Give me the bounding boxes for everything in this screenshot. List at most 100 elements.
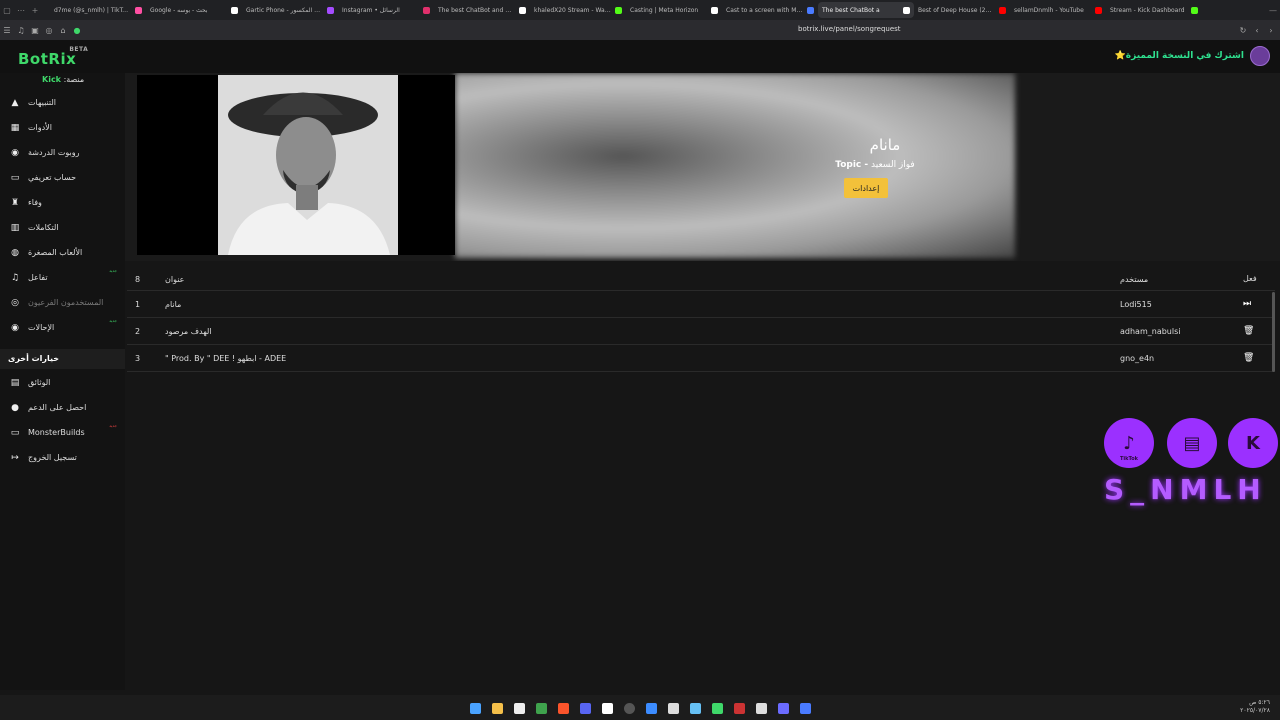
browser-tab[interactable]: Cast to a screen with Meta [722,2,818,18]
system-clock[interactable]: ٥:٢٦ ص ٢٠٢٥/٠٧/٢٨ [1240,699,1270,715]
browser-tab-bar: ▢ ⋯ + d7me (@s_nmlh) | TikTok (5) Google … [0,0,1280,20]
sidebar-other-item-3[interactable]: ↦ تسجيل الخروج [0,445,125,470]
diamond-icon[interactable] [778,703,789,714]
beta-badge: BETA [69,46,89,53]
discord-icon[interactable] [580,703,591,714]
tab-title: sellamDnmlh - YouTube [1014,6,1084,14]
extensions-icon[interactable]: ◎ [42,26,56,35]
start-icon[interactable] [470,703,481,714]
settings-button[interactable]: إعدادات [844,178,888,198]
row-number: 2 [135,327,141,336]
main-content: مانام فواز السعيد - Topic إعدادات 8 عنوا… [125,73,1280,690]
streamer-handle: S_NMLH [1104,473,1267,506]
sidebar-item-3[interactable]: ▭ حساب تعريفي [0,165,125,190]
premium-link[interactable]: اشترك في النسخة المميزة⭐ [1115,51,1244,61]
browser-tab[interactable]: Gartic Phone - الهاتف المكسور [242,2,338,18]
sidebar-item-9[interactable]: ◉ الإحالات جديد [0,315,125,340]
browser-tab[interactable]: Casting | Meta Horizon [626,2,722,18]
sidebar-item-5[interactable]: ▥ التكاملات [0,215,125,240]
sidebar-item-2[interactable]: ◉ روبوت الدردشة [0,140,125,165]
window-menu-icon[interactable]: ▢ [0,6,14,15]
shield-icon[interactable]: ● [70,26,84,35]
back-icon[interactable]: ‹ [1250,26,1264,35]
brave-icon[interactable] [558,703,569,714]
forward-icon[interactable]: › [1264,26,1278,35]
tab-title: Stream - Kick Dashboard [1110,6,1185,14]
app-header: BotRix BETA اشترك في النسخة المميزة⭐ [0,40,1280,73]
record-icon[interactable] [734,703,745,714]
url-field[interactable]: botrix.live/panel/songrequest [798,25,901,33]
app-icon[interactable] [646,703,657,714]
tab-favicon-icon [807,6,814,14]
music-icon[interactable]: ♫ [14,26,28,35]
laptop-icon: ▭ [10,427,20,438]
trash-icon[interactable]: 🗑 [1243,353,1254,363]
sidebar-item-6[interactable]: ◍ الألعاب المصغرة [0,240,125,265]
sidebar-other-item-2[interactable]: ▭ MonsterBuilds جديد [0,420,125,445]
tab-favicon-icon [615,6,622,14]
song-title-cell: الهدف مرصود [165,327,212,336]
action-header: فعل [1243,274,1257,283]
table-row: 1 مانام Lodi515 ⏭ [127,291,1275,318]
browser-tab[interactable]: The best ChatBot a [818,2,914,18]
title-header[interactable]: عنوان [165,275,184,284]
music-icon: ♫ [10,272,20,283]
screenshot-icon[interactable]: ▣ [28,26,42,35]
sidebar-item-4[interactable]: ♜ وفاء [0,190,125,215]
botrix-logo[interactable]: BotRix BETA [18,46,88,68]
browser-tab[interactable]: Stream - Kick Dashboard [1106,2,1202,18]
home-icon[interactable]: ⌂ [56,26,70,35]
sidebar-item-0[interactable]: ▲ التنبيهات [0,90,125,115]
browser-tab[interactable]: Instagram • الرسائل [338,2,434,18]
steam-icon[interactable] [624,703,635,714]
sidebar-item-label: وفاء [28,198,42,207]
song-queue-table: 8 عنوان مستخدم فعل 1 مانام Lodi515 ⏭ 2 الهدف … [127,266,1275,372]
sidebar-item-label: تفاعل [28,273,48,282]
avatar[interactable] [1250,46,1270,66]
sidebar-toggle-icon[interactable]: ☰ [0,26,14,35]
trash-icon[interactable]: 🗑 [1243,326,1254,336]
scrollbar[interactable] [1272,292,1275,372]
sidebar-item-label: MonsterBuilds [28,428,85,437]
steam-app-icon[interactable] [690,703,701,714]
new-badge: جديد [109,423,117,428]
browser-tab[interactable]: Best of Deep House (2025) [914,2,1010,18]
sidebar-other-item-1[interactable]: ● احصل على الدعم [0,395,125,420]
obs-icon[interactable] [602,703,613,714]
sidebar-item-8[interactable]: ◎ المستخدمون الفرعيون [0,290,125,315]
sidebar-other-item-0[interactable]: ▤ الوثائق [0,370,125,395]
app-icon[interactable] [800,703,811,714]
reload-icon[interactable]: ↻ [1236,26,1250,35]
app-icon[interactable] [668,703,679,714]
sidebar-item-label: الوثائق [28,378,51,387]
tiktok-icon: ♪ TikTok [1104,418,1154,468]
sidebar: منصة: Kick ▲ التنبيهات ▦ الأدوات ◉ روبوت الدر… [0,73,125,690]
minecraft-icon[interactable] [536,703,547,714]
minimize-icon[interactable]: — [1266,6,1280,15]
skip-icon[interactable]: ⏭ [1243,299,1251,309]
tab-search-icon[interactable]: ⋯ [14,6,28,15]
browser-tab[interactable]: khaledX20 Stream - Watch [530,2,626,18]
sidebar-item-label: التنبيهات [28,98,56,107]
new-tab-icon[interactable]: + [28,6,42,15]
now-playing-banner: مانام فواز السعيد - Topic إعدادات [125,73,1280,261]
calendar-icon[interactable] [514,703,525,714]
taskbar: ٥:٢٦ ص ٢٠٢٥/٠٧/٢٨ [0,695,1280,720]
browser-tab[interactable]: d7me (@s_nmlh) | TikTok (5) [50,2,146,18]
browser-tab[interactable]: sellamDnmlh - YouTube [1010,2,1106,18]
folder-icon[interactable] [492,703,503,714]
kick-icon: K [1228,418,1278,468]
settings-icon[interactable] [756,703,767,714]
user-header[interactable]: مستخدم [1120,275,1148,284]
sidebar-item-label: الإحالات [28,323,55,332]
browser-tab[interactable]: The best ChatBot and Widg [434,2,530,18]
logout-icon: ↦ [11,452,19,463]
song-title-cell: ADEE - ابطهو ! Prod. By " DEE " [165,354,287,363]
tab-favicon-icon [999,6,1006,14]
browser-tab[interactable]: Google - بحث - بوسه [146,2,242,18]
sidebar-item-1[interactable]: ▦ الأدوات [0,115,125,140]
lock-icon[interactable] [712,703,723,714]
tab-title: Best of Deep House (2025) [918,6,995,14]
sidebar-item-7[interactable]: ♫ تفاعل جديد [0,265,125,290]
table-header: 8 عنوان مستخدم فعل [127,266,1275,291]
